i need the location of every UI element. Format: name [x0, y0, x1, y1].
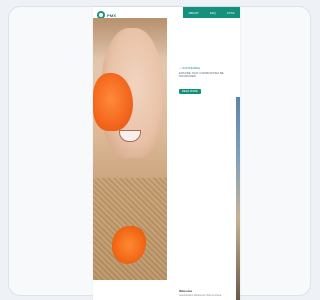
side-image-strip — [236, 97, 240, 300]
nav-item-2[interactable]: FAQ — [210, 11, 216, 15]
hero-eyebrow: — SUSTAINABLE — [179, 67, 200, 70]
hero-orange-flower — [93, 73, 133, 131]
page-preview: PMX ABOUT FAQ CTAS — SUSTAINABLE ENSURE … — [93, 7, 240, 300]
nav-item-1[interactable]: ABOUT — [188, 11, 198, 15]
logo-text: PMX — [107, 12, 117, 18]
hero-image — [93, 18, 167, 280]
footer-block: Welcome Assumptions Reference Title text… — [179, 289, 235, 297]
footer-text: Assumptions Reference Title text here — [179, 294, 222, 297]
top-nav: ABOUT FAQ CTAS — [183, 7, 240, 18]
hero-headline: ENSURE THAT COMMUNITIES BE NOURISHED — [179, 71, 224, 79]
read-more-button[interactable]: READ MORE — [179, 88, 201, 94]
footer-title: Welcome — [179, 289, 193, 293]
hero-copy: — SUSTAINABLE ENSURE THAT COMMUNITIES BE… — [179, 67, 239, 97]
nav-item-3[interactable]: CTAS — [227, 11, 235, 15]
